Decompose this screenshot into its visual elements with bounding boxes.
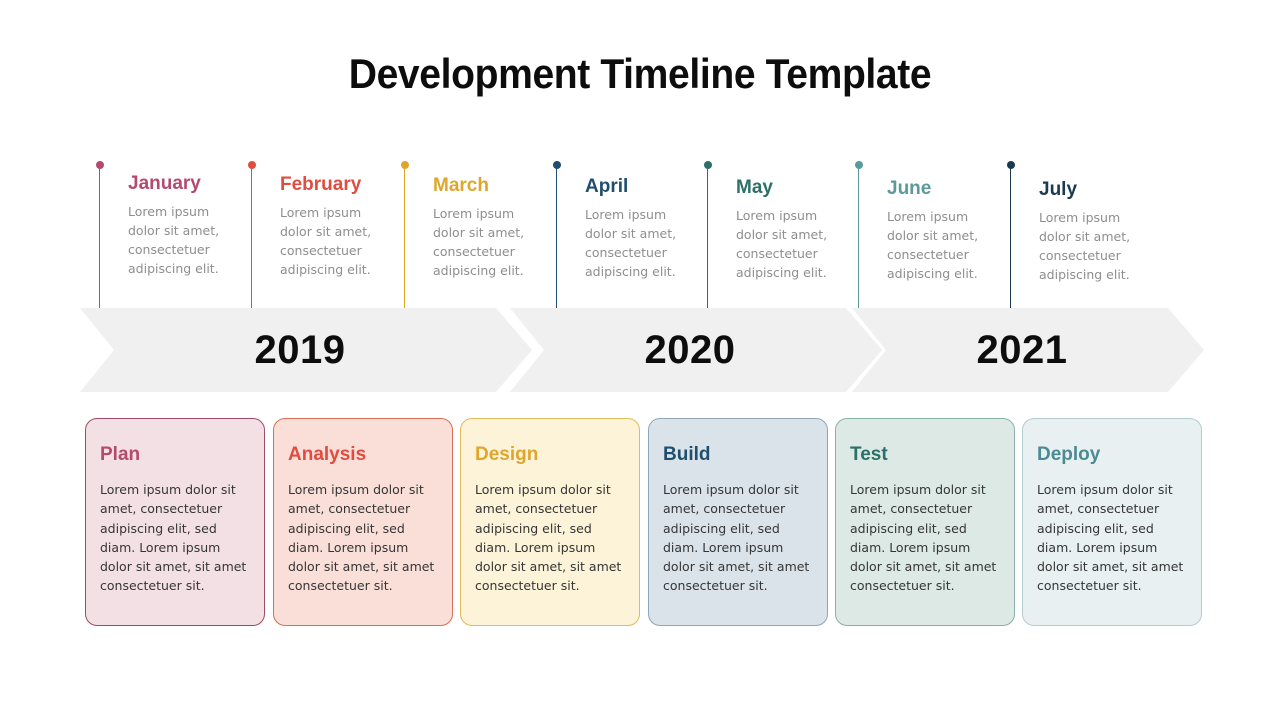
month-description: Lorem ipsum dolor sit amet, consectetuer… [887, 209, 979, 281]
year-label: 2020 [644, 327, 736, 372]
month-label: May [736, 177, 773, 198]
phase-card-description: Lorem ipsum dolor sit amet, consectetuer… [288, 482, 435, 594]
phase-card-design[interactable]: Design Lorem ipsum dolor sit amet, consec… [460, 418, 640, 626]
year-chevron-2020: 2020 [510, 308, 882, 392]
month-description: Lorem ipsum dolor sit amet, consectetuer… [280, 205, 372, 277]
timeline-dot-icon [703, 161, 712, 169]
phase-card-analysis[interactable]: Analysis Lorem ipsum dolor sit amet, cons… [273, 418, 453, 626]
timeline-dot-icon [95, 161, 104, 169]
timeline-stem-line [404, 168, 405, 310]
year-label: 2019 [254, 327, 346, 372]
phase-card-title: Test [850, 444, 888, 465]
year-chevrons: 2019 2020 2021 [0, 308, 1280, 392]
month-description: Lorem ipsum dolor sit amet, consectetuer… [1039, 210, 1131, 282]
month-description: Lorem ipsum dolor sit amet, consectetuer… [433, 206, 525, 278]
phase-card-description: Lorem ipsum dolor sit amet, consectetuer… [850, 482, 997, 594]
phase-card-description: Lorem ipsum dolor sit amet, consectetuer… [475, 482, 622, 594]
phase-card-build[interactable]: Build Lorem ipsum dolor sit amet, consect… [648, 418, 828, 626]
month-label: January [128, 173, 201, 194]
month-label: March [433, 175, 489, 196]
phase-card-deploy[interactable]: Deploy Lorem ipsum dolor sit amet, consec… [1022, 418, 1202, 626]
year-label: 2021 [976, 327, 1068, 372]
month-description: Lorem ipsum dolor sit amet, consectetuer… [736, 208, 828, 280]
slide-canvas: Development Timeline Template January Lor… [0, 0, 1280, 720]
page-title: Development Timeline Template [348, 50, 932, 97]
timeline-stem-line [251, 168, 252, 310]
timeline-stem-line [707, 168, 708, 310]
timeline-dot-icon [552, 161, 561, 169]
phase-card-title: Plan [100, 444, 141, 465]
timeline-stem-line [99, 168, 100, 310]
month-label: June [887, 178, 932, 199]
timeline-dot-icon [1006, 161, 1015, 169]
phase-card-test[interactable]: Test Lorem ipsum dolor sit amet, consecte… [835, 418, 1015, 626]
timeline-dot-icon [854, 161, 863, 169]
timeline-stem-line [1010, 168, 1011, 310]
year-chevron-2019: 2019 [80, 308, 532, 392]
month-description: Lorem ipsum dolor sit amet, consectetuer… [128, 204, 220, 276]
phase-card-plan[interactable]: Plan Lorem ipsum dolor sit amet, consecte… [85, 418, 265, 626]
year-chevron-2021: 2021 [852, 308, 1204, 392]
phase-card-description: Lorem ipsum dolor sit amet, consectetuer… [663, 482, 810, 594]
month-label: July [1039, 179, 1078, 200]
phase-card-title: Deploy [1037, 444, 1101, 465]
month-markers: January Lorem ipsum dolor sit amet, conse… [0, 160, 1280, 310]
month-description: Lorem ipsum dolor sit amet, consectetuer… [585, 207, 677, 279]
timeline-dot-icon [400, 161, 409, 169]
phase-cards: Plan Lorem ipsum dolor sit amet, consecte… [0, 418, 1280, 628]
phase-card-description: Lorem ipsum dolor sit amet, consectetuer… [1037, 482, 1184, 594]
timeline-stem-line [858, 168, 859, 310]
month-label: February [280, 174, 362, 195]
phase-card-title: Build [663, 444, 711, 465]
month-label: April [585, 176, 629, 197]
phase-card-description: Lorem ipsum dolor sit amet, consectetuer… [100, 482, 247, 594]
timeline-stem-line [556, 168, 557, 310]
phase-card-title: Design [475, 444, 539, 465]
phase-card-title: Analysis [288, 444, 367, 465]
timeline-dot-icon [247, 161, 256, 169]
